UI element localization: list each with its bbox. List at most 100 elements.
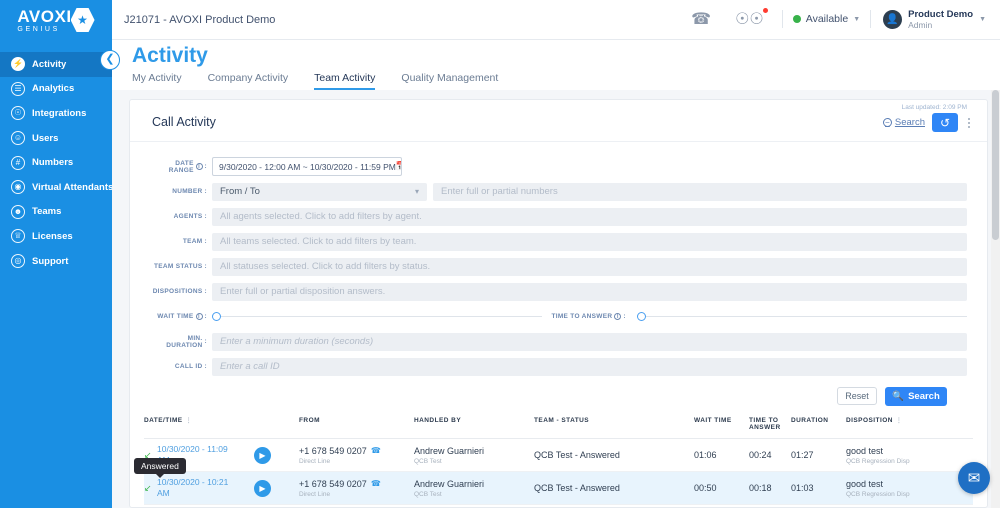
profile-role: Admin <box>908 20 933 31</box>
cell-time-to-answer: 00:24 <box>749 450 772 460</box>
logo-genius-text: GENIUS <box>17 25 60 33</box>
time-to-answer-label: TIME TO ANSWER i: <box>551 313 626 320</box>
slider-handle[interactable] <box>212 312 221 321</box>
tab-my-activity[interactable]: My Activity <box>132 72 182 90</box>
sidebar-item-support[interactable]: ◎ Support <box>0 249 112 274</box>
info-icon[interactable]: i <box>195 163 203 170</box>
table-row[interactable]: ↙ 10/30/2020 - 11:09 AM ▶ +1 678 549 020… <box>144 439 973 472</box>
from-number: +1 678 549 0207 <box>299 445 367 456</box>
sidebar-item-label: Teams <box>32 206 62 218</box>
play-recording-button[interactable]: ▶ <box>254 446 271 464</box>
bar-chart-icon: ☰ <box>11 81 25 96</box>
cell-team-status: QCB Test - Answered <box>534 450 620 460</box>
refresh-button[interactable]: ↺ <box>932 113 958 132</box>
column-header-disposition[interactable]: DISPOSITION ⋮ <box>846 417 946 424</box>
click-to-call-icon[interactable]: ☎ <box>371 446 381 455</box>
sidebar-collapse-chevron-icon[interactable]: ❮ <box>100 50 120 70</box>
scrollbar-thumb[interactable] <box>992 90 999 240</box>
filter-row-time-sliders: WAIT TIME i: TIME TO ANSWER i: <box>150 304 967 329</box>
slider-handle[interactable] <box>636 312 646 321</box>
search-panel-toggle[interactable]: − Search <box>882 117 925 128</box>
slider-track[interactable] <box>221 316 543 317</box>
column-header-datetime[interactable]: DATE/TIME ⋮ <box>144 417 299 424</box>
min-duration-placeholder: Enter a minimum duration (seconds) <box>220 336 374 347</box>
lifebuoy-icon: ◎ <box>11 254 25 269</box>
sidebar-item-teams[interactable]: ☻ Teams <box>0 200 112 225</box>
team-input[interactable]: All teams selected. Click to add filters… <box>212 232 967 251</box>
tab-company-activity[interactable]: Company Activity <box>208 72 289 90</box>
filter-row-agents: AGENTS: All agents selected. Click to ad… <box>150 204 967 229</box>
table-row[interactable]: ↙ 10/30/2020 - 10:21 AM ▶ +1 678 549 020… <box>144 472 973 505</box>
column-header-team-status[interactable]: TEAM - STATUS <box>534 417 694 424</box>
call-status-tooltip: Answered <box>134 458 186 478</box>
filter-row-team-status: TEAM STATUS: All statuses selected. Clic… <box>150 254 967 279</box>
sidebar-item-integrations[interactable]: ☉ Integrations <box>0 101 112 126</box>
column-header-wait-time[interactable]: WAIT TIME <box>694 417 749 424</box>
handled-by-subtext: QCB Test <box>414 457 442 465</box>
column-header-duration[interactable]: DURATION <box>791 417 846 424</box>
chevron-down-icon: ▼ <box>853 15 861 23</box>
min-duration-input[interactable]: Enter a minimum duration (seconds) <box>212 332 967 351</box>
minus-circle-icon: − <box>882 118 892 127</box>
cell-datetime: 10/30/2020 - 10:21 AM <box>157 477 229 498</box>
info-icon[interactable]: i <box>195 313 203 320</box>
page-title: Activity <box>132 44 208 67</box>
number-direction-select[interactable]: From / To ▾ <box>212 182 427 201</box>
sidebar-item-numbers[interactable]: # Numbers <box>0 150 112 175</box>
cell-duration: 01:03 <box>791 483 814 493</box>
tab-quality-management[interactable]: Quality Management <box>401 72 498 90</box>
sidebar-item-users[interactable]: ☺ Users <box>0 126 112 151</box>
search-toggle-label: Search <box>894 117 925 128</box>
people-icon: ☻ <box>11 204 25 219</box>
click-to-call-icon[interactable]: ☎ <box>371 479 381 488</box>
time-to-answer-slider[interactable] <box>636 312 967 321</box>
column-header-handled-by[interactable]: HANDLED BY <box>414 417 534 424</box>
sidebar: AVOXI GENIUS ★ ⚡ Activity ☰ Analytics ☉ … <box>0 0 113 508</box>
wait-time-slider[interactable] <box>212 312 543 321</box>
divider <box>870 10 872 29</box>
date-range-label: DATE RANGE i: <box>168 159 207 174</box>
tab-team-activity[interactable]: Team Activity <box>314 72 376 90</box>
search-button[interactable]: 🔍 Search <box>885 387 947 406</box>
cell-duration: 01:27 <box>791 450 814 460</box>
slider-track[interactable] <box>645 316 967 317</box>
voicemail-icon[interactable]: ☉☉ <box>723 8 776 29</box>
number-input[interactable]: Enter full or partial numbers <box>433 182 967 201</box>
play-recording-button[interactable]: ▶ <box>254 479 271 497</box>
sidebar-item-licenses[interactable]: ♕ Licenses <box>0 224 112 249</box>
info-icon[interactable]: i <box>614 313 622 320</box>
sort-icon[interactable]: ⋮ <box>896 417 902 424</box>
availability-label: Available <box>805 13 849 26</box>
chat-widget-button[interactable]: ✉ <box>958 462 990 494</box>
refresh-icon: ↺ <box>939 115 951 130</box>
date-range-input[interactable]: 9/30/2020 - 12:00 AM ~ 10/30/2020 - 11:5… <box>212 157 402 176</box>
divider <box>781 10 783 29</box>
page-scrollbar[interactable] <box>991 90 1000 508</box>
reset-button[interactable]: Reset <box>837 387 877 405</box>
sidebar-item-label: Integrations <box>32 107 87 119</box>
user-icon: ☺ <box>11 131 25 146</box>
sidebar-item-analytics[interactable]: ☰ Analytics <box>0 77 112 102</box>
agents-input[interactable]: All agents selected. Click to add filter… <box>212 207 967 226</box>
column-header-from[interactable]: FROM <box>299 417 414 424</box>
sidebar-item-virtual-attendants[interactable]: ◉ Virtual Attendants <box>0 175 113 200</box>
team-status-input[interactable]: All statuses selected. Click to add filt… <box>212 257 967 276</box>
card-title: Call Activity <box>152 115 216 129</box>
kebab-menu-icon[interactable] <box>965 116 973 130</box>
dispositions-input[interactable]: Enter full or partial disposition answer… <box>212 282 967 301</box>
filter-row-number: NUMBER: From / To ▾ Enter full or partia… <box>150 179 967 204</box>
sort-icon[interactable]: ⋮ <box>186 417 192 424</box>
profile-menu[interactable]: 👤 Product Demo Admin ▼ <box>877 9 986 31</box>
availability-selector[interactable]: Available ▼ <box>789 13 864 25</box>
bolt-icon: ⚡ <box>11 57 25 72</box>
tab-bar: My Activity Company Activity Team Activi… <box>132 72 1000 90</box>
sidebar-item-activity[interactable]: ⚡ Activity <box>0 52 112 77</box>
calendar-icon[interactable]: 📅 <box>396 161 401 172</box>
cell-wait-time: 00:50 <box>694 483 717 493</box>
column-header-time-to-answer[interactable]: TIME TO ANSWER <box>749 417 791 431</box>
app-logo[interactable]: AVOXI GENIUS ★ <box>0 0 112 40</box>
call-id-input[interactable]: Enter a call ID <box>212 357 967 376</box>
filter-row-call-id: CALL ID: Enter a call ID <box>150 354 967 379</box>
phone-forward-icon[interactable]: ☎ <box>679 9 723 29</box>
cell-handled-by: Andrew Guarnieri QCB Test <box>414 479 534 498</box>
